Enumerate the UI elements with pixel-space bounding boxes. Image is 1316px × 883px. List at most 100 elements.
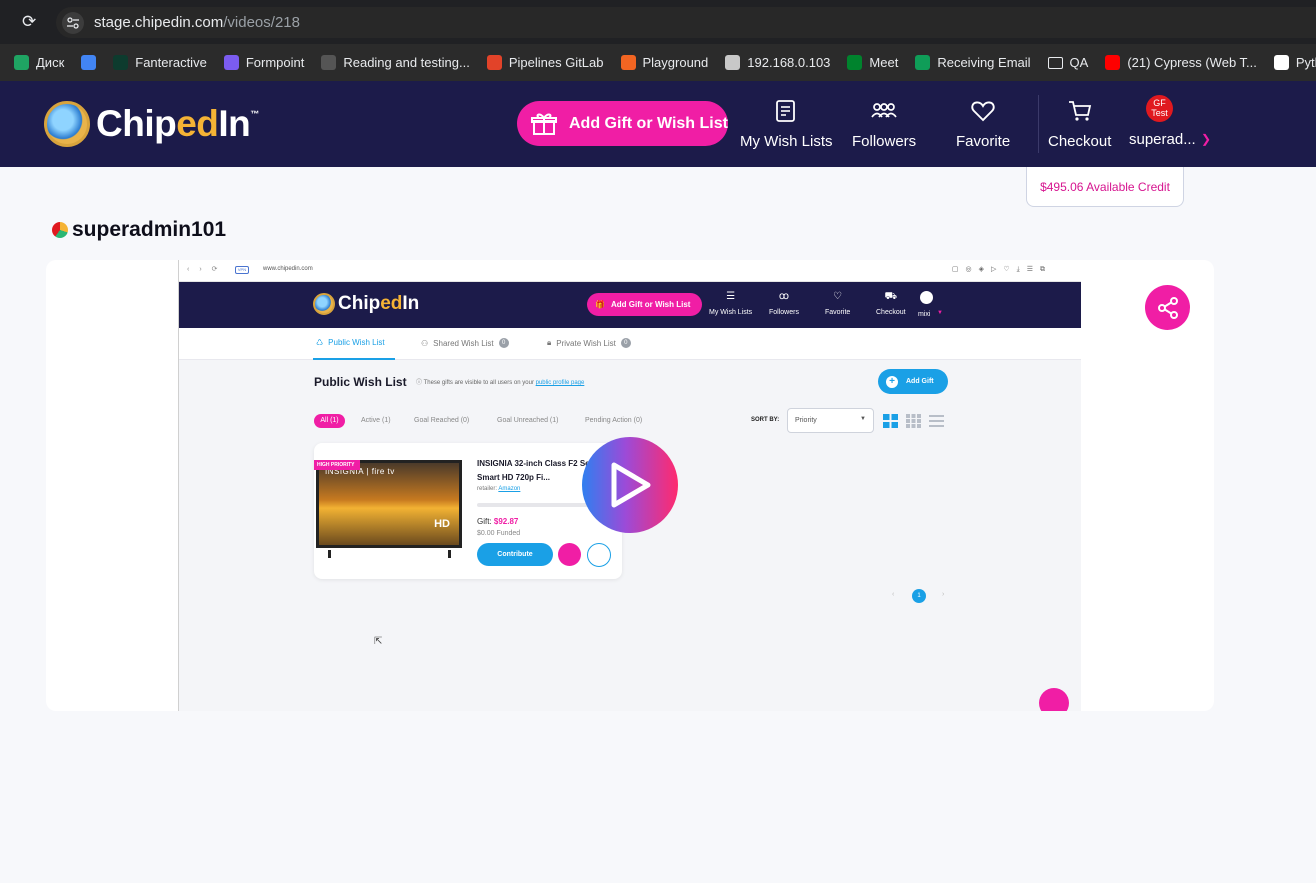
video-tab-private: 🔒︎ Private Wish List 0 — [547, 338, 631, 348]
video-tab-private-count: 0 — [620, 338, 631, 348]
video-retailer: retailer: Amazon — [477, 486, 520, 492]
video-sort-select: Priority ▼ — [787, 408, 874, 433]
bookmark-item[interactable]: Receiving Email — [915, 55, 1031, 70]
video-tab-underline — [313, 358, 395, 360]
bookmark-item[interactable]: Fanteractive — [113, 55, 207, 70]
video-lock-icon: 🔒︎ — [547, 338, 552, 347]
url-text[interactable]: stage.chipedin.com/videos/218 — [94, 14, 300, 31]
bookmark-label: 192.168.0.103 — [747, 55, 831, 70]
video-filter-goal-unreached: Goal Unreached (1) — [497, 417, 559, 424]
video-sort-chevron-icon: ▼ — [860, 416, 866, 422]
video-plus-icon: + — [886, 375, 898, 388]
video-tab-private-label: Private Wish List — [556, 338, 616, 348]
video-chat-icon — [1039, 688, 1069, 711]
video-nav-favorite-label: Favorite — [825, 309, 851, 316]
video-funded: $0.00 Funded — [477, 530, 521, 537]
video-logo: ChipedIn — [313, 293, 419, 315]
bookmark-item[interactable]: Диск — [14, 55, 64, 70]
bookmark-label: (21) Cypress (Web T... — [1127, 55, 1257, 70]
url-path: /videos/218 — [223, 14, 300, 31]
add-gift-or-wishlist-button[interactable]: Add Gift or Wish List — [517, 101, 728, 146]
video-add-gift-button: 🎁 Add Gift or Wish List — [587, 293, 702, 316]
play-button[interactable] — [582, 437, 678, 533]
video-filter-active: Active (1) — [361, 417, 391, 424]
video-tabs: ♺ Public Wish List ⚇ Shared Wish List 0 🔒︎ P… — [179, 328, 1081, 360]
bookmark-item[interactable] — [81, 55, 97, 70]
logo-text: ChipedIn™ — [96, 103, 259, 145]
wishlist-icon — [774, 97, 798, 125]
nav-followers[interactable]: Followers — [852, 97, 916, 153]
video-owner-name[interactable]: superadmin101 — [72, 218, 226, 242]
nav-my-wish-lists[interactable]: My Wish Lists — [740, 97, 833, 153]
video-wishlist-icon: ☰ — [726, 291, 736, 302]
app-header: ChipedIn™ Add Gift or Wish List My Wish … — [0, 81, 1316, 167]
video-list-view-icon — [929, 415, 944, 427]
bookmark-item[interactable]: Playground — [620, 55, 709, 70]
logo-text-ed: ed — [176, 103, 219, 144]
video-gift-amount: $92.87 — [493, 517, 519, 526]
video-tab-shared-label: Shared Wish List — [433, 338, 494, 348]
video-product-card: INSIGNIA | fire tv HD HIGH PRIORITY INSI… — [314, 443, 622, 579]
video-filter-all: All (1) — [314, 414, 345, 428]
bookmark-item[interactable]: Pipelines GitLab — [486, 55, 604, 70]
nav-checkout[interactable]: Checkout — [1048, 97, 1111, 153]
video-subtitle-link: public profile page — [535, 380, 585, 386]
bookmark-label: QA — [1069, 55, 1089, 70]
video-gift-price: Gift: $92.87 — [477, 517, 518, 526]
bookmark-favicon-icon — [620, 55, 636, 70]
bookmark-favicon-icon — [1105, 55, 1121, 70]
video-nav-checkout: ⛟ Checkout — [876, 290, 906, 316]
video-nav-wishlists: ☰ My Wish Lists — [709, 290, 752, 316]
bookmark-item[interactable]: 192.168.0.103 — [725, 55, 830, 70]
bookmark-favicon-icon — [1273, 55, 1289, 70]
video-nav-followers-label: Followers — [769, 309, 799, 316]
video-heart-icon: ♡ — [833, 291, 843, 302]
bookmark-label: Диск — [36, 55, 65, 70]
logo-text-chip: Chip — [96, 103, 177, 144]
heart-icon — [971, 97, 995, 125]
video-product-image: INSIGNIA | fire tv HD — [316, 460, 462, 548]
video-browser-bar: ‹›⟳ VPN www.chipedin.com ▢◎◈▷♡⤓☰⧉ — [179, 260, 1081, 282]
video-next-page-icon: › — [942, 591, 945, 598]
chevron-down-icon[interactable]: ❯ — [1201, 132, 1211, 146]
video-share-icon — [558, 543, 581, 566]
video-cart-icon: ⛟ — [884, 291, 898, 302]
video-logo-badge-icon — [313, 293, 335, 315]
bookmark-favicon-icon — [725, 55, 741, 70]
bookmark-item[interactable]: (21) Cypress (Web T... — [1105, 55, 1257, 70]
video-browser-tools-icons: ▢◎◈▷♡⤓☰⧉ — [951, 266, 1052, 273]
bookmark-label: Playground — [642, 55, 709, 70]
video-tv-hd: HD — [434, 518, 450, 530]
user-menu-name[interactable]: superad... — [1129, 131, 1196, 148]
video-gift-icon: 🎁 — [595, 300, 605, 309]
logo-trademark: ™ — [250, 109, 259, 119]
bookmark-item[interactable]: QA — [1047, 55, 1089, 70]
bookmark-item[interactable]: Meet — [847, 55, 898, 70]
video-add-gift-small-button: + Add Gift — [878, 369, 948, 394]
bookmark-item[interactable]: Formpoint — [223, 55, 304, 70]
user-avatar[interactable]: GF Test — [1146, 95, 1173, 122]
reload-icon[interactable]: ⟳ — [22, 13, 40, 31]
bookmark-item[interactable]: PythonStepik — [1273, 55, 1316, 70]
bookmark-favicon-icon — [321, 55, 337, 70]
video-user-name: mixi — [918, 311, 931, 318]
video-app-header: ChipedIn 🎁 Add Gift or Wish List ☰ My Wish… — [179, 282, 1081, 328]
add-gift-label: Add Gift or Wish List — [569, 114, 728, 132]
bookmark-favicon-icon — [486, 55, 502, 70]
video-followers-icon: ꝏ — [778, 291, 790, 302]
share-button[interactable] — [1145, 285, 1190, 330]
nav-followers-label: Followers — [852, 133, 917, 150]
video-tab-public: ♺ Public Wish List — [316, 338, 385, 347]
nav-checkout-label: Checkout — [1048, 133, 1112, 150]
gift-icon — [531, 113, 557, 135]
video-owner: superadmin101 — [52, 218, 226, 242]
video-recycle-icon: ♺ — [316, 338, 324, 347]
nav-favorite[interactable]: Favorite — [956, 97, 1010, 153]
bookmark-item[interactable]: Reading and testing... — [321, 55, 470, 70]
site-info-icon[interactable] — [62, 12, 84, 34]
video-tab-public-label: Public Wish List — [328, 338, 385, 347]
chipedin-logo[interactable]: ChipedIn™ — [44, 101, 259, 147]
available-credit: $495.06 Available Credit — [1026, 167, 1184, 207]
video-group-icon: ⚇ — [421, 338, 429, 348]
video-tab-shared-count: 0 — [498, 338, 509, 348]
